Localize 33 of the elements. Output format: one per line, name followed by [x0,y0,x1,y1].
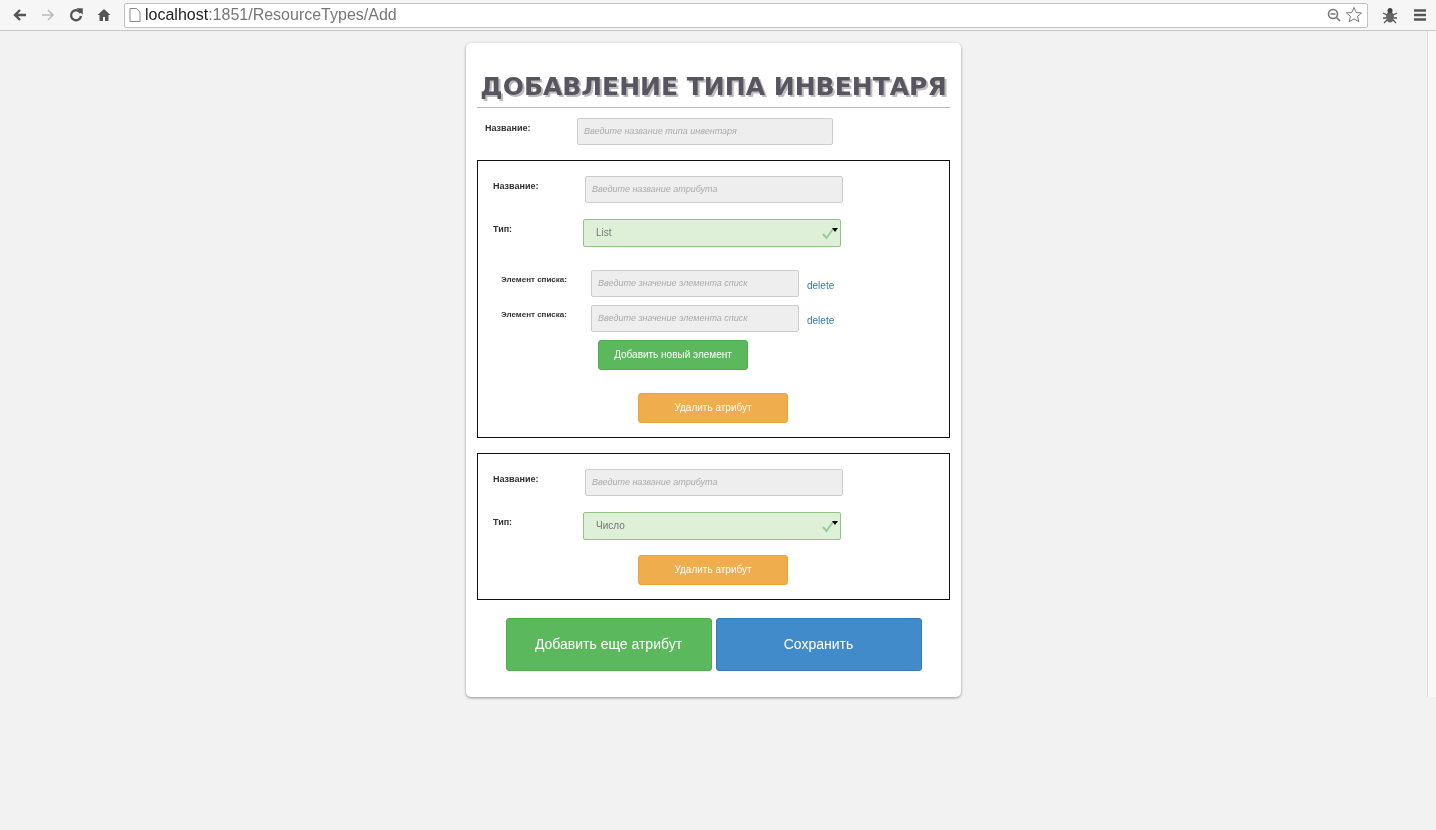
add-attribute-button[interactable]: Добавить еще атрибут [505,617,712,671]
field-label: Элемент списка: [501,273,568,286]
field-label: Тип: [493,515,514,529]
text-input[interactable]: Введите название атрибута [585,175,843,203]
delete-link[interactable]: delete [807,269,835,293]
address-bar[interactable]: localhost:1851/ResourceTypes/Add [124,2,1368,28]
url-text: localhost:1851/ResourceTypes/Add [145,5,397,25]
field-label: Элемент списка: [501,308,568,321]
delete-link[interactable]: delete [807,304,835,328]
text-input[interactable]: Введите значение элемента списк [591,304,799,332]
scrollbar[interactable] [1427,31,1436,697]
star-icon[interactable] [1345,6,1363,24]
type-select[interactable]: List [583,218,841,247]
page-icon [129,8,141,22]
menu-icon[interactable] [1412,7,1428,23]
field-label: Название: [493,179,540,193]
add-item-button[interactable]: Добавить новый элемент [598,339,748,370]
field-label: Тип: [493,222,514,236]
bug-icon[interactable] [1380,5,1400,25]
zoom-icon[interactable] [1327,8,1341,22]
check-caret-icon [822,225,838,240]
field-label: Название: [485,121,532,135]
back-arrow-icon [12,7,28,23]
text-input[interactable]: Введите название типа инвентаря [577,117,833,145]
text-input[interactable]: Введите значение элемента списк [591,269,799,297]
reload-icon [68,7,84,23]
field-label: Название: [493,472,540,486]
check-caret-icon [822,518,838,533]
type-select[interactable]: Число [583,511,841,540]
save-button[interactable]: Сохранить [715,617,922,671]
home-icon [96,7,112,23]
text-input[interactable]: Введите название атрибута [585,468,843,496]
form-title: ДОБАВЛЕНИЕ ТИПА ИНВЕНТАРЯ [479,73,948,101]
